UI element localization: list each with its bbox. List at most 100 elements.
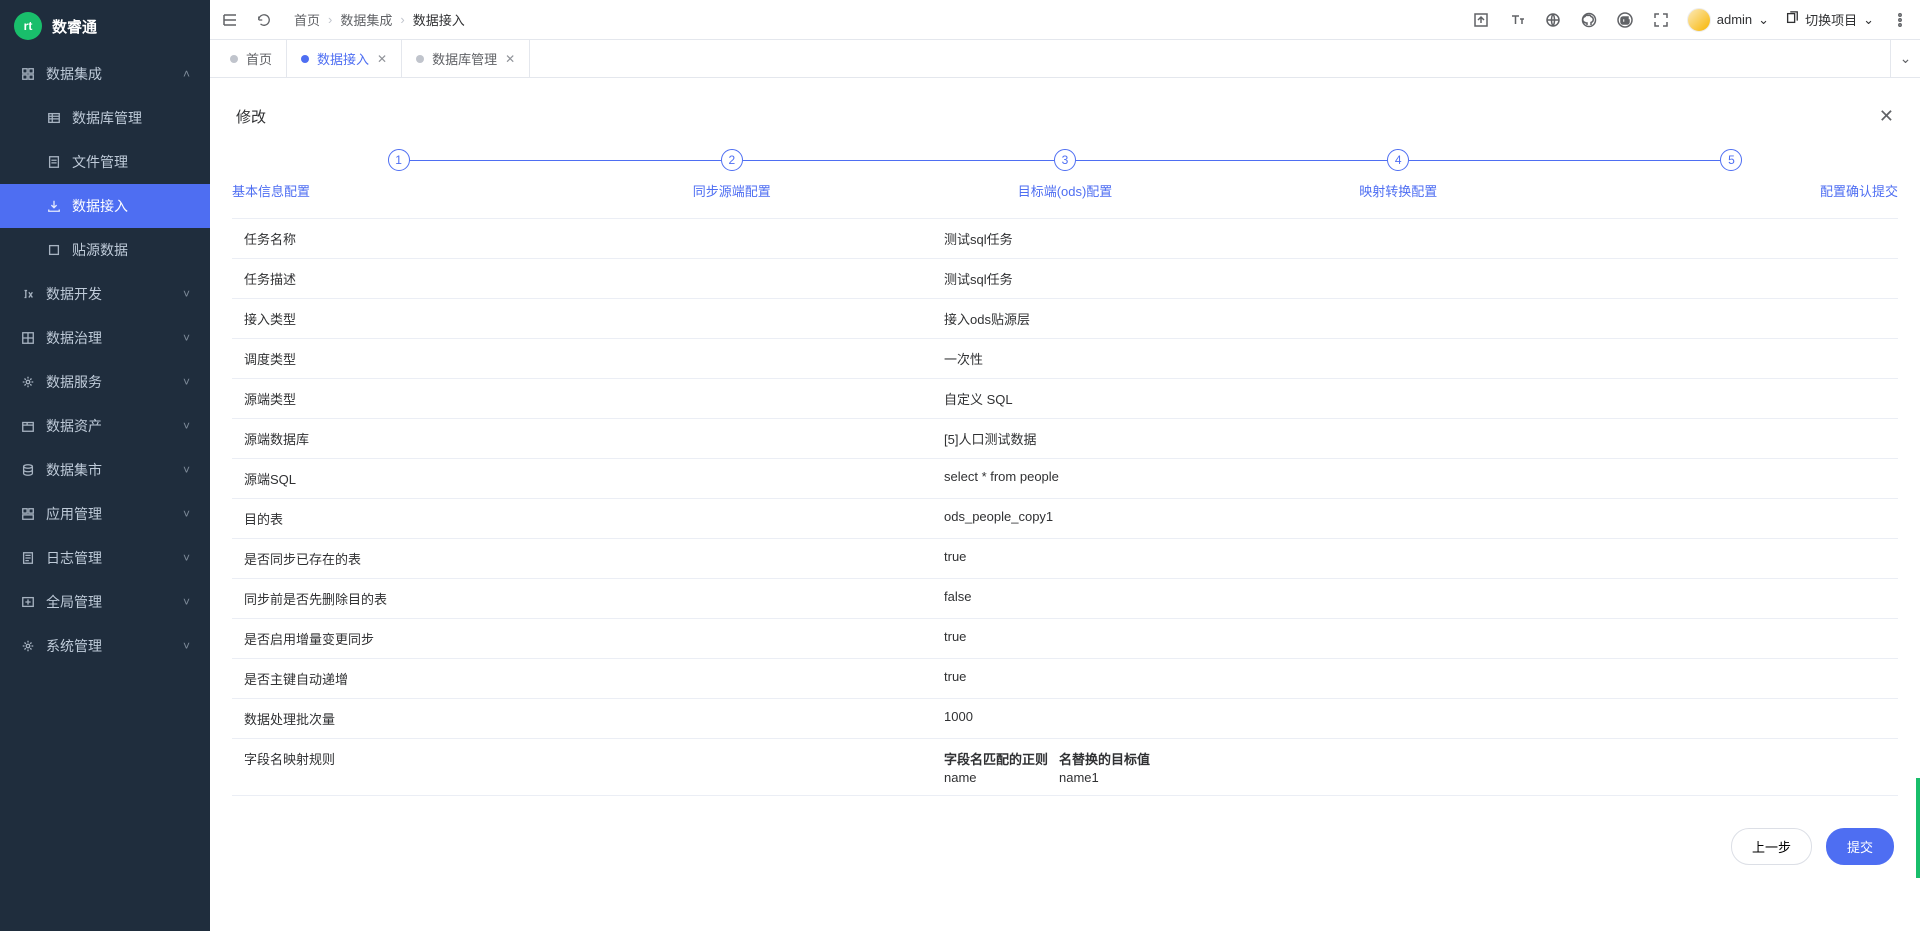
- sidebar-item-7[interactable]: 数据服务 ˅: [0, 360, 210, 404]
- row-value: 接入ods贴源层: [932, 299, 1898, 338]
- table-row: 是否主键自动递增 true: [232, 659, 1898, 699]
- row-value: select * from people: [932, 459, 1898, 498]
- prev-step-button[interactable]: 上一步: [1731, 828, 1812, 865]
- info-table: 任务名称 测试sql任务任务描述 测试sql任务接入类型 接入ods贴源层调度类…: [232, 218, 1898, 796]
- gear-icon: [20, 374, 36, 390]
- step-5[interactable]: 5 配置确认提交: [1565, 149, 1898, 200]
- step-number: 1: [388, 149, 410, 171]
- fullscreen-icon[interactable]: [1651, 10, 1671, 30]
- row-value: 一次性: [932, 339, 1898, 378]
- step-title: 基本信息配置: [232, 181, 310, 200]
- breadcrumb: 首页 › 数据集成 › 数据接入: [294, 10, 465, 29]
- page-title: 修改: [236, 106, 266, 127]
- row-value: ods_people_copy1: [932, 499, 1898, 538]
- tab-indicator-icon: [416, 55, 424, 63]
- sidebar-item-9[interactable]: 数据集市 ˅: [0, 448, 210, 492]
- tab-2[interactable]: 数据库管理 ✕: [402, 40, 530, 77]
- github-icon[interactable]: [1579, 10, 1599, 30]
- row-label: 是否主键自动递增: [232, 659, 932, 698]
- row-label: 源端数据库: [232, 419, 932, 458]
- step-3[interactable]: 3 目标端(ods)配置: [898, 149, 1231, 200]
- sidebar-item-label: 数据集市: [46, 460, 183, 480]
- chevron-down-icon: ˅: [183, 287, 190, 301]
- content: 修改 ✕ 1 基本信息配置 2 同步源端配置 3 目标端(ods)配置 4 映射…: [210, 78, 1920, 931]
- switch-project-menu[interactable]: 切换项目 ⌄: [1785, 10, 1874, 29]
- sidebar-item-11[interactable]: 日志管理 ˅: [0, 536, 210, 580]
- sidebar-item-1[interactable]: 数据库管理: [0, 96, 210, 140]
- mapping-cell: name: [944, 770, 1059, 785]
- step-2[interactable]: 2 同步源端配置: [565, 149, 898, 200]
- sidebar-item-label: 贴源数据: [72, 240, 190, 260]
- sidebar-item-13[interactable]: 系统管理 ˅: [0, 624, 210, 668]
- table-row: 任务名称 测试sql任务: [232, 219, 1898, 259]
- sidebar-item-10[interactable]: 应用管理 ˅: [0, 492, 210, 536]
- step-1[interactable]: 1 基本信息配置: [232, 149, 565, 200]
- db-icon: [20, 462, 36, 478]
- gitee-icon[interactable]: [1615, 10, 1635, 30]
- copy-icon: [1785, 11, 1799, 28]
- sidebar-item-0[interactable]: 数据集成 ˄: [0, 52, 210, 96]
- main: 首页 › 数据集成 › 数据接入 admin ⌄: [210, 0, 1920, 931]
- chevron-up-icon: ˄: [183, 67, 190, 81]
- tab-indicator-icon: [230, 55, 238, 63]
- user-menu[interactable]: admin ⌄: [1687, 8, 1769, 32]
- table-row: 是否同步已存在的表 true: [232, 539, 1898, 579]
- sidebar-item-2[interactable]: 文件管理: [0, 140, 210, 184]
- sidebar-item-6[interactable]: 数据治理 ˅: [0, 316, 210, 360]
- breadcrumb-home[interactable]: 首页: [294, 10, 320, 29]
- tab-0[interactable]: 首页: [216, 40, 287, 77]
- breadcrumb-section[interactable]: 数据集成: [340, 10, 392, 29]
- close-icon[interactable]: ✕: [377, 52, 387, 66]
- close-icon[interactable]: ✕: [505, 52, 515, 66]
- square-icon: [46, 242, 62, 258]
- tab-label: 数据接入: [317, 49, 369, 68]
- sidebar-item-12[interactable]: 全局管理 ˅: [0, 580, 210, 624]
- chevron-down-icon: ⌄: [1758, 12, 1769, 28]
- sidebar-item-label: 数据库管理: [72, 108, 190, 128]
- row-value: 测试sql任务: [932, 219, 1898, 258]
- grid-icon: [20, 66, 36, 82]
- tab-label: 首页: [246, 49, 272, 68]
- row-value: 自定义 SQL: [932, 379, 1898, 418]
- sidebar-item-3[interactable]: 数据接入: [0, 184, 210, 228]
- table-row: 源端数据库 [5]人口测试数据: [232, 419, 1898, 459]
- sidebar-item-8[interactable]: 数据资产 ˅: [0, 404, 210, 448]
- close-icon[interactable]: ✕: [1879, 106, 1894, 127]
- row-value: [5]人口测试数据: [932, 419, 1898, 458]
- row-label: 任务描述: [232, 259, 932, 298]
- tabs: 首页 数据接入 ✕ 数据库管理 ✕ ⌄: [210, 40, 1920, 78]
- sidebar-item-label: 应用管理: [46, 504, 183, 524]
- tab-1[interactable]: 数据接入 ✕: [287, 40, 402, 77]
- sidebar-item-label: 日志管理: [46, 548, 183, 568]
- chevron-right-icon: ›: [400, 12, 404, 27]
- language-icon[interactable]: [1543, 10, 1563, 30]
- row-value: true: [932, 619, 1898, 658]
- table-row: 字段名映射规则 字段名匹配的正则 名替换的目标值 name name1: [232, 739, 1898, 796]
- step-number: 4: [1387, 149, 1409, 171]
- step-title: 目标端(ods)配置: [1018, 181, 1113, 200]
- steps: 1 基本信息配置 2 同步源端配置 3 目标端(ods)配置 4 映射转换配置 …: [232, 149, 1898, 200]
- menu: 数据集成 ˄ 数据库管理 文件管理 数据接入 贴源数据 数据开发 ˅ 数据治理 …: [0, 52, 210, 931]
- chevron-down-icon: ˅: [183, 639, 190, 653]
- logo[interactable]: rt 数睿通: [0, 0, 210, 52]
- row-label: 字段名映射规则: [232, 739, 932, 795]
- text-size-icon[interactable]: [1507, 10, 1527, 30]
- chevron-down-icon: ˅: [183, 331, 190, 345]
- refresh-icon[interactable]: [254, 10, 274, 30]
- import-icon: [46, 198, 62, 214]
- mapping-header-regex: 字段名匹配的正则: [944, 749, 1059, 768]
- export-icon[interactable]: [1471, 10, 1491, 30]
- collapse-sidebar-icon[interactable]: [220, 10, 240, 30]
- logo-text: 数睿通: [52, 16, 97, 37]
- breadcrumb-current: 数据接入: [413, 10, 465, 29]
- mapping-header-target: 名替换的目标值: [1059, 749, 1174, 768]
- sidebar-item-4[interactable]: 贴源数据: [0, 228, 210, 272]
- sidebar-item-5[interactable]: 数据开发 ˅: [0, 272, 210, 316]
- more-icon[interactable]: [1890, 10, 1910, 30]
- tabs-dropdown[interactable]: ⌄: [1890, 40, 1920, 77]
- table-row: 数据处理批次量 1000: [232, 699, 1898, 739]
- chevron-down-icon: ˅: [183, 375, 190, 389]
- table-row: 源端类型 自定义 SQL: [232, 379, 1898, 419]
- submit-button[interactable]: 提交: [1826, 828, 1894, 865]
- step-4[interactable]: 4 映射转换配置: [1232, 149, 1565, 200]
